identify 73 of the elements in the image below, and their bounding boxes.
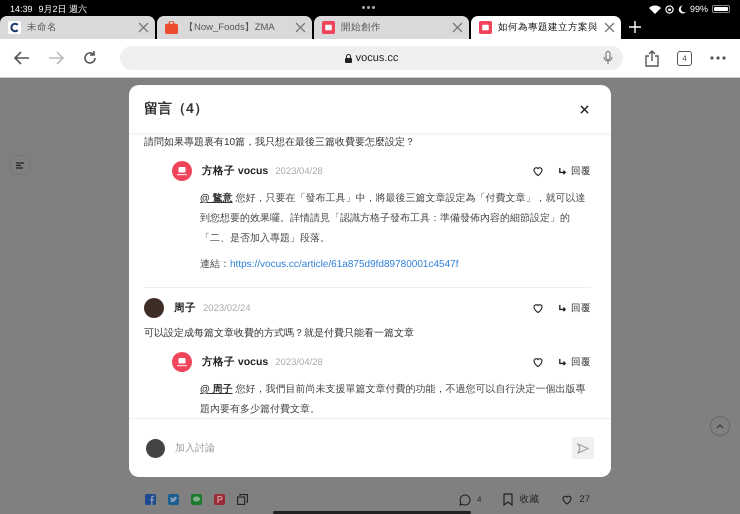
- comment-count: 4: [476, 495, 482, 504]
- comment-input[interactable]: 加入討論: [173, 442, 564, 454]
- wifi-icon: [648, 4, 661, 14]
- reply-arrow-icon: [558, 304, 567, 312]
- send-button[interactable]: [572, 437, 594, 459]
- new-tab-icon[interactable]: [629, 21, 641, 33]
- multitask-dots-icon[interactable]: [362, 6, 375, 9]
- copy-icon[interactable]: [237, 494, 248, 505]
- comment-text: 可以設定成每篇文章收費的方式嗎？就是付費只能看一篇文章: [144, 326, 415, 341]
- link-label: 連結：: [200, 259, 230, 270]
- dialog-title: 留言（4）: [144, 100, 208, 118]
- microphone-icon[interactable]: [603, 51, 613, 65]
- site-favicon: [479, 21, 492, 34]
- heart-icon[interactable]: [532, 165, 544, 177]
- user-avatar: [146, 438, 165, 458]
- like-count: 27: [579, 494, 590, 505]
- browser-tab[interactable]: 【Now_Foods】ZMA: [157, 16, 312, 39]
- address-field[interactable]: vocus.cc: [120, 46, 623, 70]
- outline-button[interactable]: [10, 155, 30, 175]
- reply-arrow-icon: [558, 358, 567, 366]
- chevron-up-icon: [716, 424, 724, 428]
- user-avatar: [144, 298, 164, 318]
- comment-date: 2023/04/28: [275, 166, 323, 176]
- logo-avatar: [172, 352, 192, 372]
- heart-icon[interactable]: [532, 356, 544, 368]
- mention-link[interactable]: @ 周子: [200, 384, 233, 395]
- tab-count-button[interactable]: 4: [677, 50, 692, 66]
- date: 9月2日 週六: [38, 2, 88, 16]
- more-icon[interactable]: [710, 56, 726, 60]
- site-favicon: [322, 21, 335, 34]
- battery-percent: 99%: [690, 4, 708, 14]
- mention-link[interactable]: @ 鶩意: [200, 193, 233, 204]
- reply-text: @ 鶩意 您好，只要在「發布工具」中，將最後三篇文章設定為「付費文章」，就可以達到您想要的效果囉。詳情請見「認識方格子發布工具：準備發佈內容的細節設定」的「二、是否加入專題」段落。: [200, 192, 586, 246]
- tab-title: 未命名: [27, 21, 58, 34]
- clock: 14:39: [10, 4, 33, 14]
- site-favicon: [8, 21, 21, 34]
- reply-button[interactable]: 回覆: [558, 164, 591, 178]
- reload-icon[interactable]: [82, 50, 98, 66]
- share-icon[interactable]: [645, 50, 659, 66]
- reply-button[interactable]: 回覆: [558, 356, 591, 368]
- author-name[interactable]: 周子: [174, 301, 196, 315]
- reply-text: @ 周子 您好，我們目前尚未支援單篇文章付費的功能，不過您可以自行決定一個出版專題內要有多少篇付費文章。: [200, 382, 586, 417]
- send-icon: [577, 442, 589, 454]
- moon-icon: [678, 4, 686, 14]
- reply-button[interactable]: 回覆: [558, 302, 591, 314]
- comment-icon[interactable]: [458, 494, 471, 506]
- comment-date: 2023/04/28: [275, 356, 323, 368]
- shopping-bag-icon: [165, 21, 178, 34]
- article-link[interactable]: https://vocus.cc/article/61a875d9fd89780001c4547f: [230, 259, 458, 270]
- facebook-icon[interactable]: [145, 494, 156, 505]
- comment-text: 請問如果專題裏有10篇，我只想在最後三篇收費要怎麼設定？: [144, 136, 416, 150]
- comment-date: 2023/02/24: [203, 302, 251, 314]
- battery-icon: [712, 5, 730, 13]
- author-name[interactable]: 方格子 vocus: [202, 355, 268, 369]
- back-arrow-icon[interactable]: [14, 51, 30, 65]
- author-name[interactable]: 方格子 vocus: [202, 164, 268, 178]
- tab-title: 如何為專題建立方案與: [498, 21, 598, 34]
- close-icon[interactable]: [580, 104, 589, 114]
- bookmark-label[interactable]: 收藏: [519, 493, 540, 506]
- reply-arrow-icon: [558, 166, 567, 176]
- bookmark-icon[interactable]: [503, 493, 514, 506]
- list-icon: [16, 162, 24, 168]
- lock-icon: [344, 54, 352, 62]
- logo-avatar: [172, 161, 192, 181]
- heart-icon[interactable]: [532, 302, 544, 314]
- tab-title: 【Now_Foods】ZMA: [184, 21, 276, 34]
- browser-tab[interactable]: 如何為專題建立方案與: [471, 16, 621, 39]
- scroll-up-button[interactable]: [710, 416, 730, 436]
- twitter-icon[interactable]: [168, 494, 179, 505]
- browser-tab[interactable]: 開始創作: [314, 16, 469, 39]
- tab-title: 開始創作: [341, 21, 382, 34]
- letter-p-icon[interactable]: [214, 494, 225, 505]
- browser-tab[interactable]: 未命名: [0, 16, 155, 39]
